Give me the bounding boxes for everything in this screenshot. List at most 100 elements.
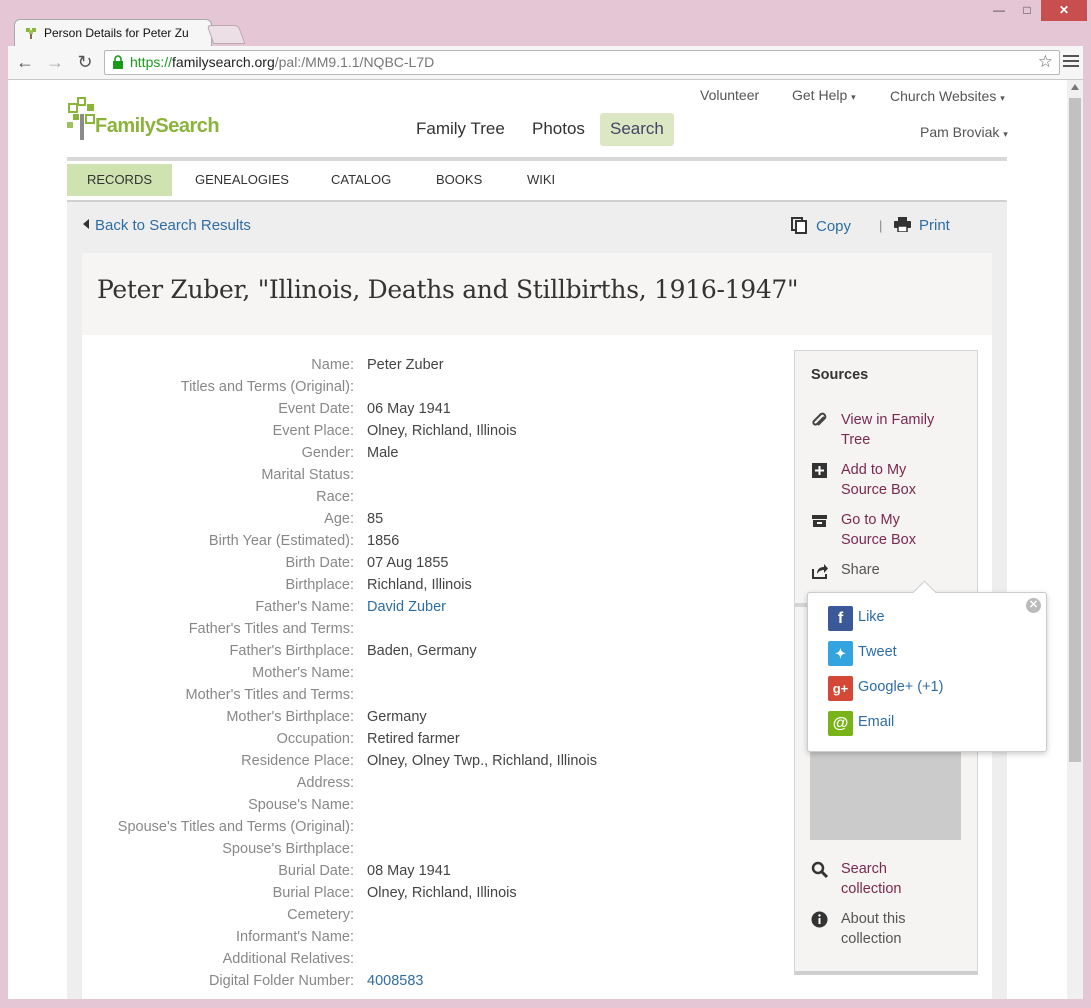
- subnav-records[interactable]: RECORDS: [67, 164, 173, 196]
- field-value: 07 Aug 1855: [367, 555, 449, 571]
- caret-down-icon: ▾: [1003, 129, 1008, 139]
- church-websites-link[interactable]: Church Websites ▾: [890, 88, 1005, 104]
- nav-family-tree[interactable]: Family Tree: [406, 113, 515, 146]
- field-value: 08 May 1941: [367, 863, 451, 879]
- field-value: Peter Zuber: [367, 357, 444, 373]
- print-button[interactable]: Print: [894, 217, 950, 234]
- field-value: Olney, Olney Twp., Richland, Illinois: [367, 753, 597, 769]
- field-label: Cemetery:: [287, 907, 354, 923]
- field-label: Burial Date:: [278, 863, 354, 879]
- reload-icon[interactable]: ↻: [74, 51, 96, 73]
- browser-toolbar: ← → ↻ https://familysearch.org/pal:/MM9.…: [8, 46, 1083, 80]
- field-label: Burial Place:: [272, 885, 354, 901]
- caret-down-icon: ▾: [1000, 93, 1005, 103]
- sources-heading: Sources: [811, 367, 869, 383]
- field-value: Olney, Richland, Illinois: [367, 423, 517, 439]
- field-value: Germany: [367, 709, 427, 725]
- scrollbar-thumb[interactable]: [1069, 98, 1081, 762]
- field-label: Age:: [324, 511, 354, 527]
- field-value-link[interactable]: David Zuber: [367, 596, 446, 618]
- record-title: Peter Zuber, "Illinois, Deaths and Still…: [97, 275, 799, 304]
- field-value: Olney, Richland, Illinois: [367, 885, 517, 901]
- share-popup: ✕ f Like ✦ Tweet g+ Google+ (+1) @ Email: [807, 580, 1047, 752]
- search-icon: [811, 861, 829, 879]
- field-value: Richland, Illinois: [367, 577, 472, 593]
- url-text: https://familysearch.org/pal:/MM9.1.1/NQ…: [130, 54, 435, 70]
- action-separator: |: [879, 218, 883, 233]
- share-icon: [812, 564, 828, 579]
- copy-button[interactable]: Copy: [791, 217, 851, 235]
- field-label: Spouse's Name:: [248, 797, 354, 813]
- close-popup-icon[interactable]: ✕: [1026, 598, 1041, 613]
- lock-icon: [113, 55, 123, 69]
- field-label: Event Place:: [272, 423, 354, 439]
- nav-photos[interactable]: Photos: [522, 113, 595, 146]
- facebook-icon: f: [828, 606, 853, 631]
- subnav-books[interactable]: BOOKS: [416, 164, 502, 196]
- back-to-search-results-link[interactable]: Back to Search Results: [83, 217, 251, 234]
- bookmark-star-icon[interactable]: ☆: [1038, 52, 1053, 72]
- field-label: Mother's Name:: [252, 665, 354, 681]
- paperclip-icon: [812, 412, 827, 426]
- volunteer-link[interactable]: Volunteer: [700, 87, 759, 103]
- back-arrow-icon[interactable]: ←: [14, 51, 36, 73]
- user-menu[interactable]: Pam Broviak ▾: [920, 124, 1008, 140]
- field-label: Gender:: [301, 445, 354, 461]
- maximize-button[interactable]: □: [1013, 0, 1041, 21]
- field-label: Address:: [296, 775, 354, 791]
- sub-navigation: RECORDS GENEALOGIES CATALOG BOOKS WIKI: [67, 164, 1007, 202]
- source-box-icon: [812, 515, 827, 527]
- subnav-catalog[interactable]: CATALOG: [311, 164, 411, 196]
- field-label: Father's Titles and Terms:: [188, 621, 354, 637]
- familysearch-favicon-icon: [26, 28, 36, 39]
- field-label: Spouse's Titles and Terms (Original):: [117, 819, 354, 835]
- field-label: Occupation:: [276, 731, 354, 747]
- field-label: Digital Folder Number:: [208, 973, 354, 989]
- tab-title: Person Details for Peter Zu: [44, 26, 189, 40]
- field-value: Male: [367, 445, 399, 461]
- vertical-scrollbar[interactable]: [1067, 80, 1083, 999]
- browser-window: — □ ✕ Person Details for Peter Zu ← → ↻ …: [0, 0, 1091, 1008]
- caret-down-icon: ▾: [851, 92, 856, 102]
- logo-text: FamilySearch: [95, 115, 220, 137]
- browser-tab[interactable]: Person Details for Peter Zu: [14, 19, 212, 47]
- field-label: Father's Name:: [255, 599, 354, 615]
- field-value: Retired farmer: [367, 731, 460, 747]
- copy-icon: [791, 217, 807, 234]
- new-tab-button[interactable]: [206, 25, 246, 44]
- close-window-button[interactable]: ✕: [1041, 0, 1087, 21]
- address-bar[interactable]: https://familysearch.org/pal:/MM9.1.1/NQ…: [104, 50, 1060, 75]
- google-plus-icon: g+: [828, 676, 853, 701]
- field-label: Residence Place:: [241, 753, 354, 769]
- page-viewport: FamilySearch Volunteer Get Help ▾ Church…: [8, 80, 1067, 999]
- field-label: Mother's Birthplace:: [226, 709, 354, 725]
- field-label: Spouse's Birthplace:: [222, 841, 354, 857]
- nav-search[interactable]: Search: [600, 113, 674, 146]
- minimize-button[interactable]: —: [985, 0, 1013, 21]
- field-label: Birthplace:: [285, 577, 354, 593]
- subnav-wiki[interactable]: WIKI: [507, 164, 575, 196]
- field-label: Additional Relatives:: [222, 951, 354, 967]
- plus-square-icon: [812, 463, 827, 478]
- printer-icon: [894, 217, 911, 233]
- field-label: Birth Date:: [285, 555, 355, 571]
- field-label: Titles and Terms (Original):: [180, 379, 354, 395]
- field-value: 85: [367, 511, 384, 527]
- field-value: 06 May 1941: [367, 401, 451, 417]
- forward-arrow-icon[interactable]: →: [44, 51, 66, 73]
- field-label: Informant's Name:: [235, 929, 354, 945]
- get-help-link[interactable]: Get Help ▾: [792, 87, 856, 103]
- subnav-genealogies[interactable]: GENEALOGIES: [175, 164, 309, 196]
- field-label: Race:: [316, 489, 354, 505]
- twitter-icon: ✦: [828, 641, 853, 666]
- browser-menu-icon[interactable]: [1063, 53, 1079, 69]
- scroll-up-arrow-icon[interactable]: [1071, 84, 1079, 90]
- email-at-icon: @: [828, 711, 853, 736]
- field-value-link[interactable]: 4008583: [367, 970, 423, 992]
- field-label: Name:: [311, 357, 354, 373]
- field-label: Marital Status:: [261, 467, 354, 483]
- info-icon: [811, 911, 828, 928]
- family-tree-logo-icon: [67, 97, 95, 140]
- field-label: Father's Birthplace:: [229, 643, 354, 659]
- familysearch-logo[interactable]: FamilySearch: [67, 96, 237, 142]
